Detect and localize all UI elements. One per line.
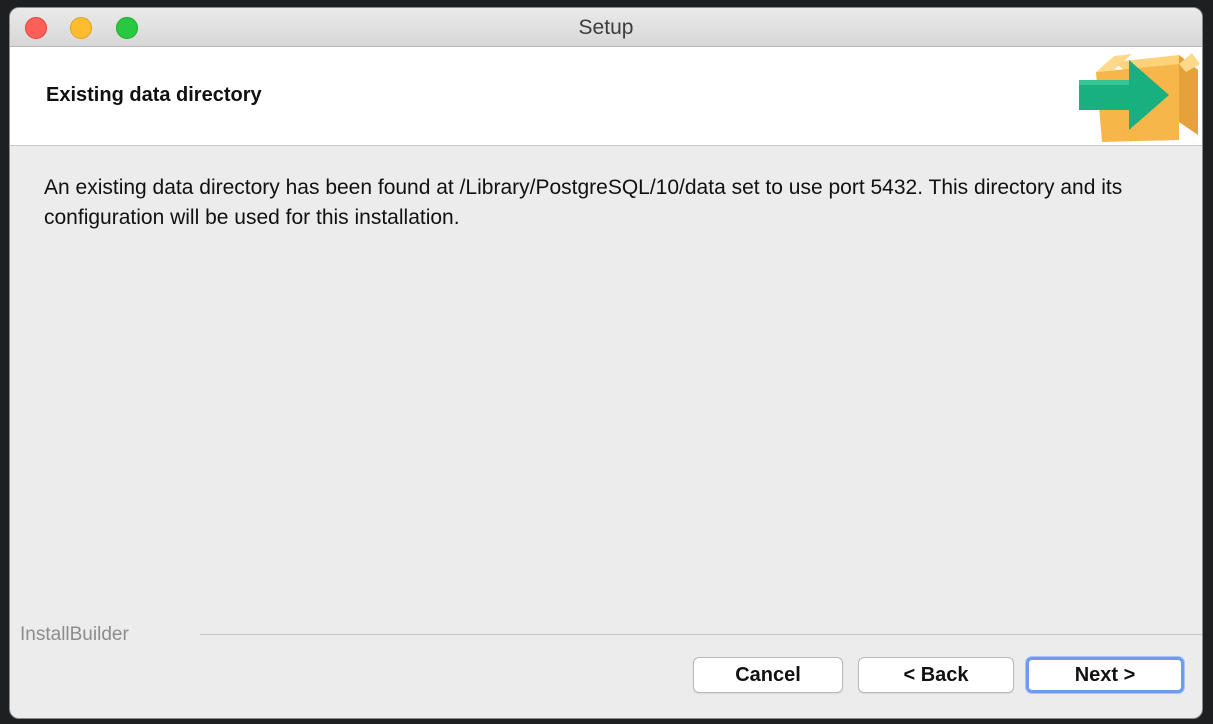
next-button[interactable]: Next > [1026,657,1184,693]
installbuilder-label: InstallBuilder [20,624,137,646]
back-button[interactable]: < Back [858,657,1014,693]
existing-directory-message: An existing data directory has been foun… [44,176,1123,229]
page-title: Existing data directory [46,84,262,106]
window-title: Setup [578,16,634,39]
page-header: Existing data directory [10,47,1202,146]
footer-divider [200,634,1202,635]
setup-window: Setup Existing data directory An existin… [9,7,1203,719]
install-box-arrow-icon [1079,53,1200,142]
cancel-button[interactable]: Cancel [693,657,843,693]
title-bar[interactable]: Setup [10,8,1202,47]
